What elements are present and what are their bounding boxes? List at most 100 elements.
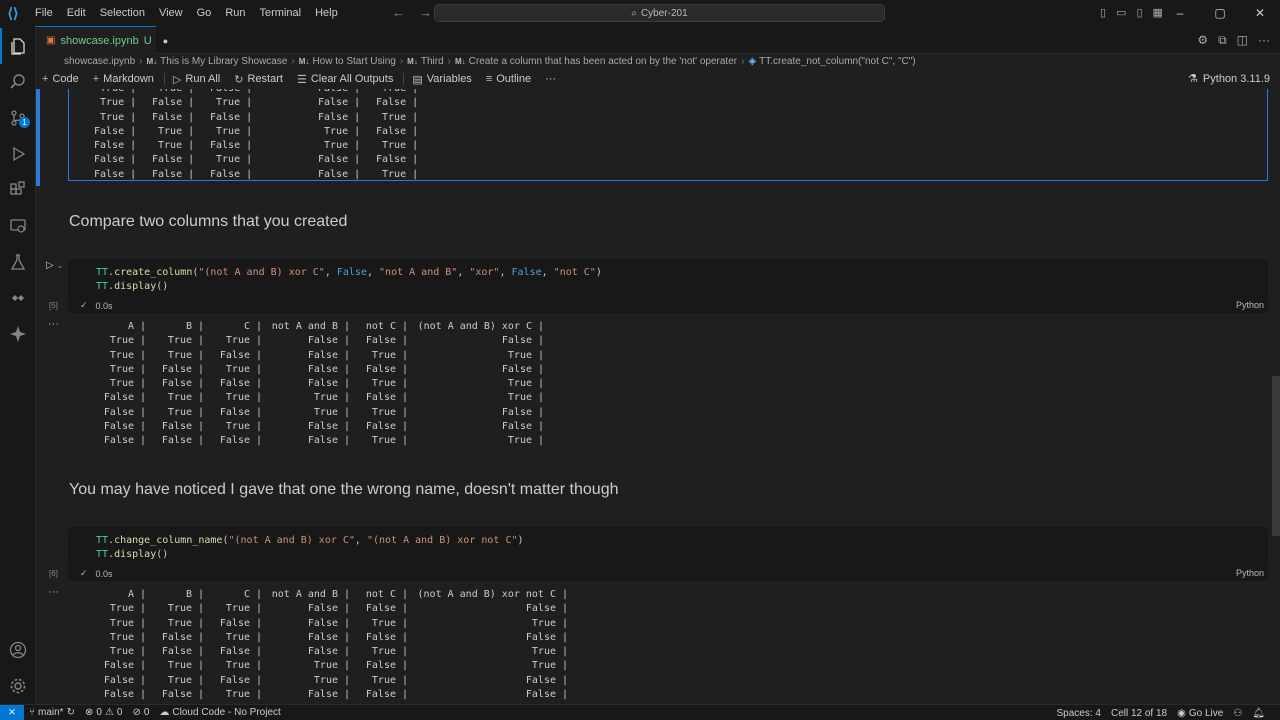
breadcrumb-item-section[interactable]: Third bbox=[421, 56, 444, 67]
menu-help[interactable]: Help bbox=[308, 0, 345, 26]
cell-language[interactable]: Python bbox=[1236, 300, 1264, 310]
add-code-button[interactable]: + Code bbox=[36, 73, 87, 85]
remote-explorer-icon[interactable] bbox=[0, 208, 36, 244]
menu-file[interactable]: File bbox=[28, 0, 60, 26]
restart-button[interactable]: ↻ Restart bbox=[228, 73, 291, 86]
source-control-icon[interactable]: 1 bbox=[0, 100, 36, 136]
editor-scrollbar-thumb[interactable] bbox=[1272, 376, 1280, 536]
go-live-button[interactable]: ◉ Go Live bbox=[1172, 708, 1228, 719]
column-separator: | bbox=[256, 321, 263, 332]
output-more-icon[interactable]: ··· bbox=[48, 586, 59, 598]
run-all-button[interactable]: ▷ Run All bbox=[167, 73, 228, 86]
menu-terminal[interactable]: Terminal bbox=[253, 0, 309, 26]
ai-sparkle-icon[interactable] bbox=[0, 316, 36, 352]
run-debug-icon[interactable] bbox=[0, 136, 36, 172]
remote-indicator-icon[interactable]: ⨯ bbox=[0, 704, 24, 720]
table-cell: False bbox=[161, 646, 192, 658]
code-line-2: TT.display() bbox=[96, 281, 169, 292]
add-markdown-button[interactable]: + Markdown bbox=[87, 73, 162, 85]
variables-button[interactable]: ▤ Variables bbox=[406, 73, 479, 86]
code-token: "xor" bbox=[469, 267, 500, 278]
column-separator: | bbox=[256, 335, 263, 347]
column-separator: | bbox=[402, 589, 409, 600]
clear-outputs-button[interactable]: ☰ Clear All Outputs bbox=[291, 73, 401, 86]
menu-run[interactable]: Run bbox=[218, 0, 252, 26]
unsaved-dot-icon[interactable]: ● bbox=[163, 36, 168, 46]
tab-filename: showcase.ipynb bbox=[60, 34, 139, 47]
column-separator: | bbox=[538, 349, 545, 361]
column-separator: | bbox=[246, 89, 258, 96]
maximize-icon[interactable]: ▢ bbox=[1200, 0, 1240, 26]
cell-position-status[interactable]: Cell 12 of 18 bbox=[1106, 708, 1172, 719]
cell-language[interactable]: Python bbox=[1236, 568, 1264, 578]
tab-showcase[interactable]: ▣ showcase.ipynb U ● bbox=[36, 26, 168, 54]
column-separator: | bbox=[256, 589, 263, 600]
remote-icon[interactable] bbox=[0, 280, 36, 316]
column-separator: | bbox=[130, 125, 137, 137]
settings-gear-icon[interactable]: ⚙ bbox=[1197, 26, 1208, 54]
copilot-icon[interactable]: ⚇ bbox=[1228, 708, 1247, 719]
kernel-picker[interactable]: ⚗ Python 3.11.9 bbox=[1188, 70, 1270, 88]
toolbar-more-button[interactable]: ··· bbox=[539, 73, 564, 85]
table-cell: False bbox=[161, 378, 192, 390]
toggle-panel-icon[interactable]: ▭ bbox=[1116, 0, 1126, 26]
breadcrumb-item-section[interactable]: Create a column that has been acted on b… bbox=[469, 56, 737, 67]
notifications-bell-icon[interactable]: 🔔︎ bbox=[1247, 708, 1270, 719]
column-separator: | bbox=[402, 335, 409, 347]
column-separator: | bbox=[562, 689, 569, 701]
restart-label: Restart bbox=[247, 73, 283, 85]
markdown-cell-compare[interactable]: Compare two columns that you created bbox=[69, 213, 347, 231]
more-actions-icon[interactable]: ··· bbox=[1258, 26, 1270, 54]
vscode-logo-icon: ⟨⟩ bbox=[7, 4, 19, 21]
manage-gear-icon[interactable] bbox=[0, 668, 36, 704]
markdown-cell-note[interactable]: You may have noticed I gave that one the… bbox=[69, 481, 619, 499]
indentation-status[interactable]: Spaces: 4 bbox=[1051, 708, 1105, 719]
search-view-icon[interactable] bbox=[0, 64, 36, 100]
execution-time: 0.0s bbox=[95, 568, 113, 579]
column-separator: | bbox=[256, 689, 263, 701]
outline-button[interactable]: ≡ Outline bbox=[480, 73, 539, 85]
toggle-primary-sidebar-icon[interactable]: ▯ bbox=[1100, 0, 1106, 26]
column-separator: | bbox=[344, 378, 351, 390]
minimize-icon[interactable]: – bbox=[1160, 0, 1200, 26]
menu-go[interactable]: Go bbox=[190, 0, 219, 26]
close-icon[interactable]: ✕ bbox=[1240, 0, 1280, 26]
breadcrumb-item-section[interactable]: How to Start Using bbox=[312, 56, 395, 67]
command-center-search[interactable]: ⌕ Cyber-201 bbox=[434, 4, 885, 22]
breadcrumb-item-section[interactable]: This is My Library Showcase bbox=[160, 56, 287, 67]
breadcrumb-item-file[interactable]: showcase.ipynb bbox=[64, 56, 135, 67]
accounts-icon[interactable] bbox=[0, 632, 36, 668]
menu-edit[interactable]: Edit bbox=[60, 0, 93, 26]
code-cell-6[interactable]: TT.change_column_name("(not A and B) xor… bbox=[68, 527, 1268, 567]
run-cell-button[interactable]: ▷ ⌄ bbox=[46, 260, 63, 271]
ports-indicator[interactable]: ⊘ 0 bbox=[127, 707, 154, 718]
open-changes-icon[interactable]: ⧉ bbox=[1218, 26, 1227, 54]
title-bar: ⟨⟩ File Edit Selection View Go Run Termi… bbox=[0, 0, 1280, 26]
column-separator: | bbox=[344, 421, 351, 433]
column-separator: | bbox=[402, 674, 409, 686]
table-row: True | True | False | False | True | True | bbox=[94, 617, 574, 631]
explorer-icon[interactable] bbox=[0, 28, 36, 64]
forward-arrow-icon[interactable]: → bbox=[419, 0, 432, 26]
code-token: display bbox=[114, 549, 157, 560]
cloud-code-status[interactable]: ☁ Cloud Code - No Project bbox=[154, 707, 285, 718]
column-header: B bbox=[185, 589, 192, 600]
column-separator: | bbox=[402, 392, 409, 404]
menu-selection[interactable]: Selection bbox=[93, 0, 152, 26]
code-cell-5[interactable]: TT.create_column("(not A and B) xor C", … bbox=[68, 259, 1268, 299]
git-branch[interactable]: ⑂ main* ↻ bbox=[24, 707, 80, 718]
menu-view[interactable]: View bbox=[152, 0, 190, 26]
testing-icon[interactable] bbox=[0, 244, 36, 280]
table-row: False | False | True | False | False | False | bbox=[94, 688, 574, 702]
column-separator: | bbox=[140, 589, 147, 600]
back-arrow-icon[interactable]: ← bbox=[392, 0, 405, 26]
output-more-icon[interactable]: ··· bbox=[48, 318, 59, 330]
problems-indicator[interactable]: ⊗ 0 ⚠ 0 bbox=[80, 707, 127, 718]
split-editor-icon[interactable]: ◫ bbox=[1237, 26, 1248, 54]
column-separator: | bbox=[140, 617, 147, 629]
breadcrumb-item-cell[interactable]: TT.create_not_column("not C", "C") bbox=[759, 56, 915, 67]
column-separator: | bbox=[140, 435, 147, 447]
column-separator: | bbox=[198, 631, 205, 643]
toggle-secondary-sidebar-icon[interactable]: ▯ bbox=[1136, 0, 1142, 26]
extensions-icon[interactable] bbox=[0, 172, 36, 208]
